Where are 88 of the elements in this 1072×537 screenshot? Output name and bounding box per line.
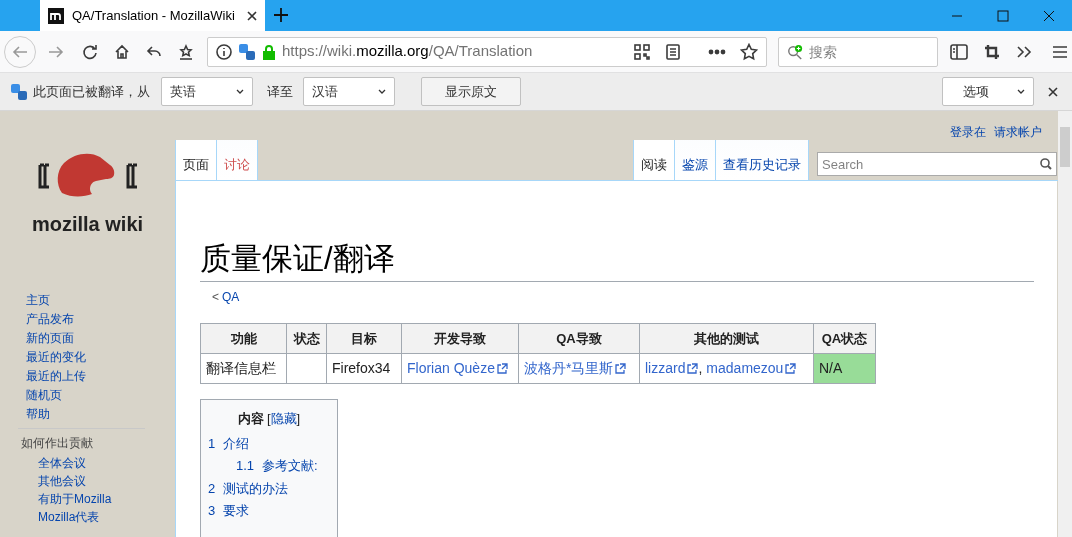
external-link[interactable]: lizzard — [645, 358, 699, 379]
external-link[interactable]: madamezou — [706, 358, 797, 379]
url-text: https://wiki.mozilla.org/QA/Translation — [282, 41, 533, 62]
wiki-search-box[interactable]: Search — [817, 152, 1057, 176]
qr-code-icon[interactable] — [634, 43, 650, 60]
column-header: 开发导致 — [401, 323, 519, 354]
table-cell: 翻译信息栏 — [200, 353, 287, 384]
nav-link[interactable]: 产品发布 — [26, 310, 175, 329]
page-title: 质量保证/翻译 — [200, 239, 1034, 282]
account-link[interactable]: 登录在 — [950, 123, 986, 141]
translate-icon — [238, 42, 256, 61]
chevron-icon — [378, 89, 386, 94]
section-heading: 如何作出贡献 — [21, 435, 94, 452]
table-cell: N/A — [813, 353, 876, 384]
translation-message: 此页面已被翻译，从 — [33, 82, 150, 101]
nav-link[interactable]: 全体会议 — [38, 454, 175, 472]
lock-icon — [262, 43, 276, 60]
page-tab[interactable]: 讨论 — [217, 140, 258, 180]
nav-link[interactable]: 随机页 — [26, 386, 175, 405]
toc-link[interactable]: 1.1 参考文献: — [236, 455, 330, 478]
chevron-icon — [236, 89, 244, 94]
show-original-button[interactable]: 显示原文 — [421, 77, 521, 106]
scrollbar[interactable] — [1058, 111, 1072, 537]
reload-icon[interactable] — [82, 43, 98, 60]
nav-link[interactable]: 新的页面 — [26, 329, 175, 348]
close-icon[interactable] — [247, 10, 257, 21]
account-link[interactable]: 请求帐户 — [994, 123, 1042, 141]
toc-link[interactable]: 3 要求 — [208, 500, 330, 523]
close-icon[interactable] — [1048, 86, 1058, 97]
forward-icon[interactable] — [48, 43, 64, 60]
bracket: ] — [296, 410, 301, 428]
home-icon[interactable] — [114, 43, 130, 60]
nav-link[interactable]: 帮助 — [26, 405, 175, 424]
column-header: 目标 — [326, 323, 402, 354]
search-icon — [787, 42, 803, 61]
column-header: QA状态 — [813, 323, 876, 354]
maximize-icon[interactable] — [997, 9, 1009, 22]
external-link-icon — [495, 362, 508, 375]
column-header: 功能 — [200, 323, 287, 354]
reader-view-icon[interactable] — [666, 43, 680, 60]
search-box[interactable]: 搜索 — [778, 36, 938, 67]
breadcrumb-marker: < — [212, 289, 219, 306]
nav-link[interactable]: 最近的变化 — [26, 348, 175, 367]
browser-tab[interactable]: QA/Translation - MozillaWiki — [40, 0, 265, 31]
address-bar[interactable]: https://wiki.mozilla.org/QA/Translation — [207, 36, 767, 67]
bracket: [ — [266, 410, 271, 428]
sidebar-icon[interactable] — [950, 43, 968, 60]
nav-link[interactable]: 其他会议 — [38, 472, 175, 490]
search-field[interactable]: 搜索 — [809, 38, 929, 65]
chevron-icon — [1017, 89, 1025, 94]
table-cell: Firefox34 — [326, 353, 402, 384]
breadcrumb-link[interactable]: QA — [222, 288, 240, 306]
wiki-search-field[interactable]: Search — [822, 154, 1040, 174]
nav-link[interactable]: 有助于Mozilla — [38, 490, 175, 508]
crop-icon[interactable] — [984, 43, 1000, 60]
nav-link[interactable]: 主页 — [26, 291, 175, 310]
nav-link[interactable]: Mozilla代表 — [38, 508, 175, 526]
external-link-icon — [784, 362, 797, 375]
search-icon — [1040, 158, 1052, 170]
nav-link[interactable]: 最近的上传 — [26, 367, 175, 386]
toc-title: 内容 — [237, 410, 264, 428]
close-icon[interactable] — [1043, 9, 1055, 22]
back-arrow-icon — [12, 43, 28, 60]
site-icon — [48, 7, 64, 24]
star-icon[interactable] — [740, 42, 758, 61]
separator-comma: , — [698, 359, 703, 378]
info-icon — [216, 43, 232, 60]
overflow-icon[interactable] — [1016, 44, 1032, 59]
target-label: 译至 — [267, 82, 293, 101]
logo-text: mozilla wiki — [31, 212, 144, 237]
options-dropdown[interactable]: 选项 — [942, 77, 1034, 106]
new-tab-icon[interactable] — [273, 7, 289, 23]
toc-link[interactable]: 1 介绍 — [208, 432, 330, 455]
tab-title: QA/Translation - MozillaWiki — [72, 6, 235, 25]
page-tab[interactable]: 查看历史记录 — [716, 140, 809, 180]
star-tray-icon[interactable] — [178, 43, 194, 60]
column-header: 状态 — [286, 323, 327, 354]
toc-link[interactable]: 2 测试的办法 — [208, 477, 330, 500]
target-language-dropdown[interactable]: 汉语 — [303, 77, 395, 106]
source-language-dropdown[interactable]: 英语 — [161, 77, 253, 106]
external-link-icon — [614, 362, 627, 375]
more-icon[interactable] — [708, 48, 726, 55]
external-link-icon — [686, 362, 699, 375]
column-header: QA导致 — [518, 323, 640, 354]
page-tab[interactable]: 鉴源 — [675, 140, 716, 180]
column-header: 其他的测试 — [639, 323, 814, 354]
menu-icon[interactable] — [1052, 44, 1068, 59]
translate-icon — [10, 82, 28, 101]
